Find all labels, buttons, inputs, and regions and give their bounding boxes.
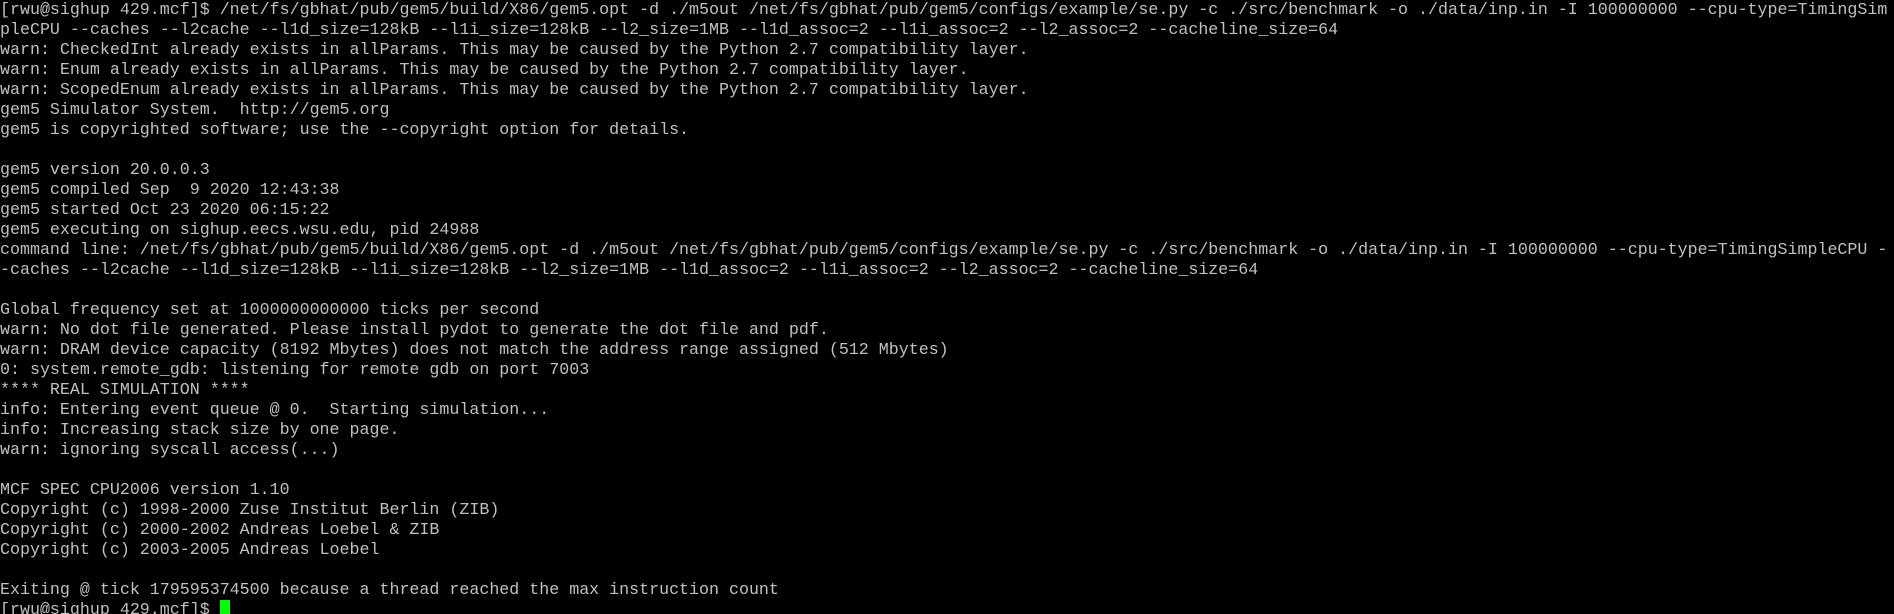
terminal-line-22: info: Increasing stack size by one page. <box>0 420 400 439</box>
terminal-line-6: gem5 Simulator System. http://gem5.org <box>0 100 390 119</box>
terminal-line-7: gem5 is copyrighted software; use the --… <box>0 120 690 139</box>
terminal-line-12: gem5 executing on sighup.eecs.wsu.edu, p… <box>0 220 480 239</box>
terminal-line-23: warn: ignoring syscall access(...) <box>0 440 340 459</box>
terminal-line-9: gem5 version 20.0.0.3 <box>0 160 210 179</box>
prompt-line[interactable]: [rwu@sighup 429.mcf]$ <box>0 600 1894 614</box>
terminal-line-11: gem5 started Oct 23 2020 06:15:22 <box>0 200 330 219</box>
terminal-line-15 <box>0 280 1894 300</box>
terminal-line-30: Exiting @ tick 179595374500 because a th… <box>0 580 779 599</box>
terminal-line-27: Copyright (c) 2000-2002 Andreas Loebel &… <box>0 520 440 539</box>
terminal-line-2: pleCPU --caches --l2cache --l1d_size=128… <box>0 20 1339 39</box>
terminal-line-10: gem5 compiled Sep 9 2020 12:43:38 <box>0 180 340 199</box>
terminal-line-8 <box>0 140 1894 160</box>
terminal-line-1: [rwu@sighup 429.mcf]$ /net/fs/gbhat/pub/… <box>0 0 1888 19</box>
terminal-line-17: warn: No dot file generated. Please inst… <box>0 320 829 339</box>
terminal-window[interactable]: [rwu@sighup 429.mcf]$ /net/fs/gbhat/pub/… <box>0 0 1894 614</box>
terminal-line-14: -caches --l2cache --l1d_size=128kB --l1i… <box>0 260 1259 279</box>
terminal-line-3: warn: CheckedInt already exists in allPa… <box>0 40 1029 59</box>
terminal-line-18: warn: DRAM device capacity (8192 Mbytes)… <box>0 340 949 359</box>
terminal-line-4: warn: Enum already exists in allParams. … <box>0 60 969 79</box>
terminal-line-13: command line: /net/fs/gbhat/pub/gem5/bui… <box>0 240 1888 259</box>
terminal-line-26: Copyright (c) 1998-2000 Zuse Institut Be… <box>0 500 500 519</box>
text-cursor[interactable] <box>219 600 230 614</box>
terminal-line-24 <box>0 460 1894 480</box>
terminal-line-21: info: Entering event queue @ 0. Starting… <box>0 400 550 419</box>
terminal-line-19: 0: system.remote_gdb: listening for remo… <box>0 360 590 379</box>
terminal-line-5: warn: ScopedEnum already exists in allPa… <box>0 80 1029 99</box>
terminal-line-29 <box>0 560 1894 580</box>
shell-prompt: [rwu@sighup 429.mcf]$ <box>0 600 220 614</box>
terminal-line-28: Copyright (c) 2003-2005 Andreas Loebel <box>0 540 380 559</box>
terminal-line-20: **** REAL SIMULATION **** <box>0 380 250 399</box>
terminal-line-25: MCF SPEC CPU2006 version 1.10 <box>0 480 290 499</box>
terminal-line-16: Global frequency set at 1000000000000 ti… <box>0 300 540 319</box>
